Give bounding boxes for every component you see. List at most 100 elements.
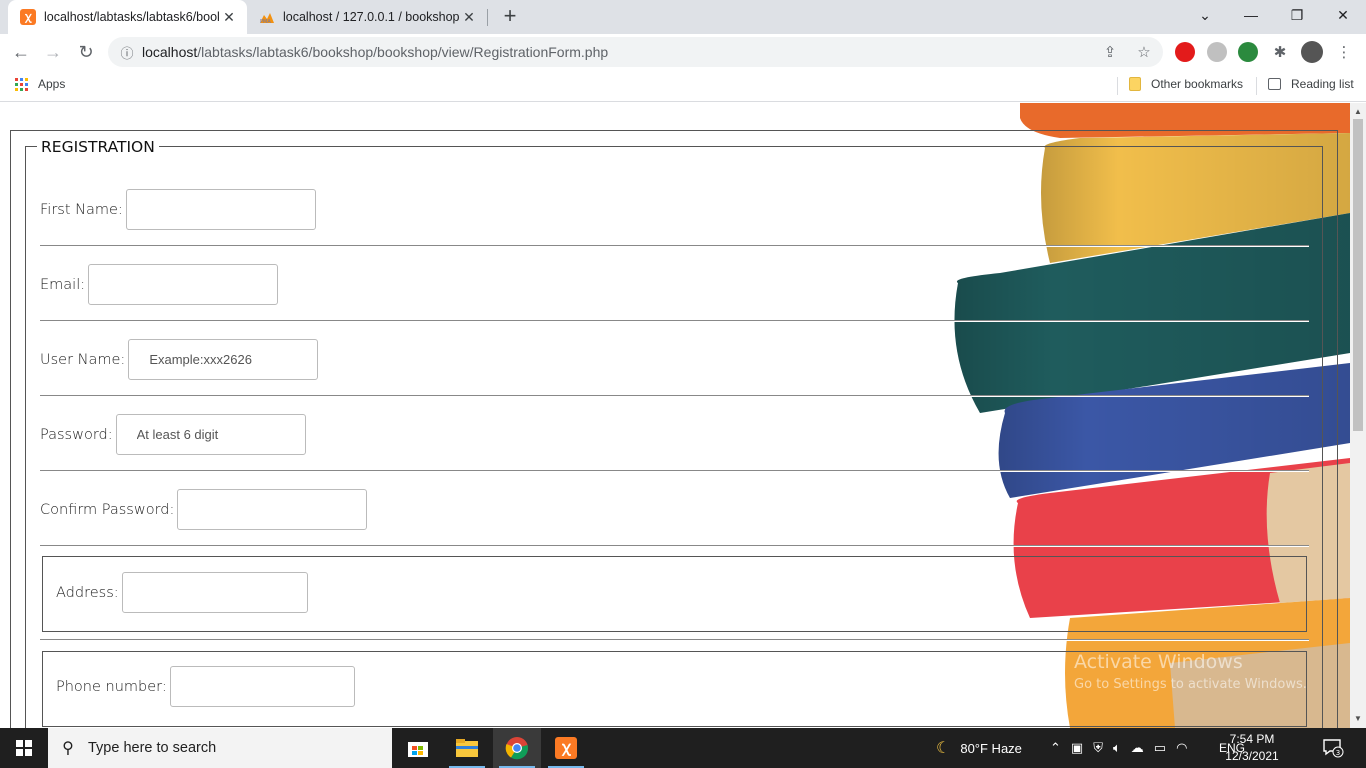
other-bookmarks[interactable]: Other bookmarks	[1129, 77, 1243, 91]
bookmark-separator	[1117, 77, 1118, 95]
notification-center-icon[interactable]: 3	[1322, 728, 1344, 768]
divider	[40, 320, 1309, 322]
password-row: Password:	[40, 414, 306, 455]
url-text: localhost/labtasks/labtask6/bookshop/boo…	[142, 44, 608, 60]
address-input[interactable]	[121, 572, 308, 613]
start-button[interactable]	[0, 728, 48, 768]
chrome-taskbar-icon[interactable]	[493, 728, 541, 768]
first-name-row: First Name:	[40, 189, 316, 230]
email-input[interactable]	[88, 264, 279, 305]
onedrive-icon[interactable]: ☁	[1131, 740, 1144, 756]
address-row: Address:	[56, 572, 308, 613]
defender-icon[interactable]: ⛨	[1093, 740, 1103, 756]
windows-taskbar: ⚲ Type here to search ꭓ ☾ 80°F Haze ⌃ ▣ …	[0, 728, 1366, 768]
system-tray: ⌃ ▣ ⛨ 🔈︎ ☁ ▭ ◠	[1050, 728, 1197, 768]
tab-separator	[487, 9, 488, 26]
show-hidden-icons-icon[interactable]: ⌃	[1050, 740, 1061, 756]
phone-row: Phone number:	[56, 666, 355, 707]
wifi-icon[interactable]: ◠	[1176, 740, 1187, 756]
clock-time: 7:54 PM	[1229, 732, 1275, 746]
tab-title: localhost / 127.0.0.1 / bookshop	[283, 10, 459, 24]
apps-label: Apps	[38, 77, 66, 91]
phone-input[interactable]	[169, 666, 355, 707]
close-window-icon[interactable]: ✕	[1320, 0, 1366, 30]
address-label: Address:	[56, 584, 119, 601]
taskbar-clock[interactable]: 7:54 PM 12/3/2021	[1222, 731, 1282, 765]
weather-moon-icon: ☾	[936, 740, 951, 757]
page-content: REGISTRATION First Name: Email: User Nam…	[0, 103, 1350, 728]
browser-toolbar: ← → ↻ ⓘ localhost/labtasks/labtask6/book…	[0, 34, 1366, 70]
close-tab-icon[interactable]: ✕	[459, 9, 479, 26]
forward-icon[interactable]: →	[40, 39, 66, 65]
clock-date: 12/3/2021	[1225, 749, 1279, 763]
chrome-menu-icon[interactable]: ⋮	[1334, 43, 1354, 61]
first-name-input[interactable]	[125, 189, 316, 230]
reading-list-label: Reading list	[1291, 77, 1354, 91]
bookmarks-bar: Apps Other bookmarks Reading list	[0, 70, 1366, 102]
divider	[40, 395, 1309, 397]
email-row: Email:	[40, 264, 279, 305]
activate-windows-title: Activate Windows	[1074, 651, 1243, 673]
tab-registration-form[interactable]: ꭓ localhost/labtasks/labtask6/book ✕	[8, 0, 247, 34]
xampp-icon: ꭓ	[555, 737, 577, 759]
notification-count: 3	[1336, 749, 1340, 757]
reading-list-icon	[1268, 78, 1281, 90]
divider	[40, 245, 1309, 247]
confirm-password-row: Confirm Password:	[40, 489, 368, 530]
reload-icon[interactable]: ↻	[73, 39, 99, 65]
tab-title: localhost/labtasks/labtask6/book	[44, 10, 219, 24]
password-input[interactable]	[115, 414, 306, 455]
extension-opera-icon[interactable]	[1175, 42, 1195, 62]
phone-label: Phone number:	[56, 678, 167, 695]
bookmark-separator	[1256, 77, 1257, 95]
email-label: Email:	[40, 276, 86, 293]
apps-shortcut[interactable]: Apps	[15, 77, 65, 91]
battery-icon[interactable]: ▭	[1154, 740, 1166, 756]
username-row: User Name:	[40, 339, 319, 380]
apps-grid-icon	[15, 77, 28, 91]
confirm-password-label: Confirm Password:	[40, 501, 175, 518]
password-label: Password:	[40, 426, 113, 443]
share-icon[interactable]: ⇪	[1100, 43, 1120, 61]
extensions-puzzle-icon[interactable]: ✱	[1270, 43, 1290, 61]
tab-search-icon[interactable]: ⌄	[1182, 0, 1228, 30]
restore-icon[interactable]: ❐	[1274, 0, 1320, 30]
phpmyadmin-favicon-icon: PMA	[259, 9, 275, 25]
reading-list[interactable]: Reading list	[1268, 77, 1354, 91]
taskbar-search-box[interactable]: ⚲ Type here to search	[48, 728, 392, 768]
weather-text: 80°F Haze	[960, 740, 1022, 756]
divider	[40, 545, 1309, 547]
username-input[interactable]	[128, 339, 319, 380]
windows-logo-icon	[16, 740, 32, 756]
extension-gray-icon[interactable]	[1207, 42, 1227, 62]
minimize-icon[interactable]: —	[1228, 0, 1274, 30]
scroll-up-icon[interactable]: ▲	[1350, 105, 1366, 119]
other-bookmarks-label: Other bookmarks	[1151, 77, 1244, 91]
profile-avatar[interactable]	[1301, 41, 1323, 63]
confirm-password-input[interactable]	[177, 489, 368, 530]
extension-globe-icon[interactable]	[1238, 42, 1258, 62]
scrollbar-thumb[interactable]	[1353, 119, 1363, 431]
folder-icon	[1129, 77, 1141, 91]
back-icon[interactable]: ←	[8, 39, 34, 65]
file-explorer-icon[interactable]	[443, 728, 491, 768]
close-tab-icon[interactable]: ✕	[219, 9, 239, 26]
new-tab-icon[interactable]: +	[498, 4, 522, 28]
meet-now-icon[interactable]: ▣	[1071, 740, 1083, 756]
tab-phpmyadmin[interactable]: PMA localhost / 127.0.0.1 / bookshop ✕	[247, 0, 487, 34]
address-bar[interactable]: ⓘ localhost/labtasks/labtask6/bookshop/b…	[108, 37, 1163, 67]
registration-legend: REGISTRATION	[41, 138, 155, 156]
volume-icon[interactable]: 🔈︎	[1113, 740, 1121, 756]
site-info-icon[interactable]: ⓘ	[112, 43, 142, 62]
bookmark-star-icon[interactable]: ☆	[1134, 43, 1154, 61]
xampp-taskbar-icon[interactable]: ꭓ	[542, 728, 590, 768]
divider	[40, 639, 1309, 641]
scroll-down-icon[interactable]: ▼	[1350, 712, 1366, 726]
username-label: User Name:	[40, 351, 126, 368]
microsoft-store-icon[interactable]	[394, 728, 442, 768]
svg-text:PMA: PMA	[260, 19, 271, 24]
page-scrollbar[interactable]: ▲ ▼	[1350, 103, 1366, 728]
xampp-favicon-icon: ꭓ	[20, 9, 36, 25]
weather-widget[interactable]: ☾ 80°F Haze	[936, 728, 1022, 768]
tab-strip: ꭓ localhost/labtasks/labtask6/book ✕ PMA…	[0, 0, 1366, 34]
